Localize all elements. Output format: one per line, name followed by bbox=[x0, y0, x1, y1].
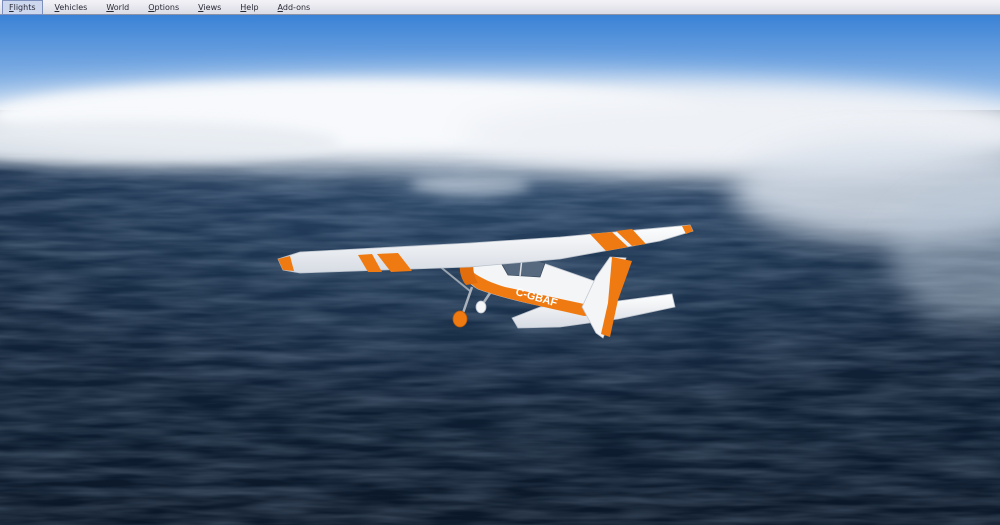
wheel-fairing bbox=[452, 310, 468, 328]
menu-views-label: iews bbox=[203, 2, 222, 12]
menu-help[interactable]: Help bbox=[233, 0, 265, 15]
flight-simulator-window: Flights Vehicles World Options Views Hel… bbox=[0, 0, 1000, 525]
menu-add-ons-label: dd-ons bbox=[282, 2, 311, 12]
menu-flights[interactable]: Flights bbox=[2, 0, 43, 15]
menu-world[interactable]: World bbox=[99, 0, 136, 15]
menu-flights-label: lights bbox=[13, 2, 36, 12]
menu-world-label: orld bbox=[113, 2, 130, 12]
scene-svg: C-GBAF bbox=[0, 15, 1000, 525]
flight-view[interactable]: C-GBAF bbox=[0, 15, 1000, 525]
menu-help-label: elp bbox=[246, 2, 259, 12]
menu-options[interactable]: Options bbox=[141, 0, 186, 15]
menu-world-mnemonic: W bbox=[106, 2, 114, 12]
menu-views[interactable]: Views bbox=[191, 0, 228, 15]
menu-bar: Flights Vehicles World Options Views Hel… bbox=[0, 0, 1000, 15]
menu-options-label: ptions bbox=[154, 2, 180, 12]
wheel-fairing-rear bbox=[475, 300, 487, 314]
menu-vehicles-label: ehicles bbox=[59, 2, 88, 12]
menu-vehicles[interactable]: Vehicles bbox=[48, 0, 95, 15]
menu-add-ons[interactable]: Add-ons bbox=[271, 0, 318, 15]
